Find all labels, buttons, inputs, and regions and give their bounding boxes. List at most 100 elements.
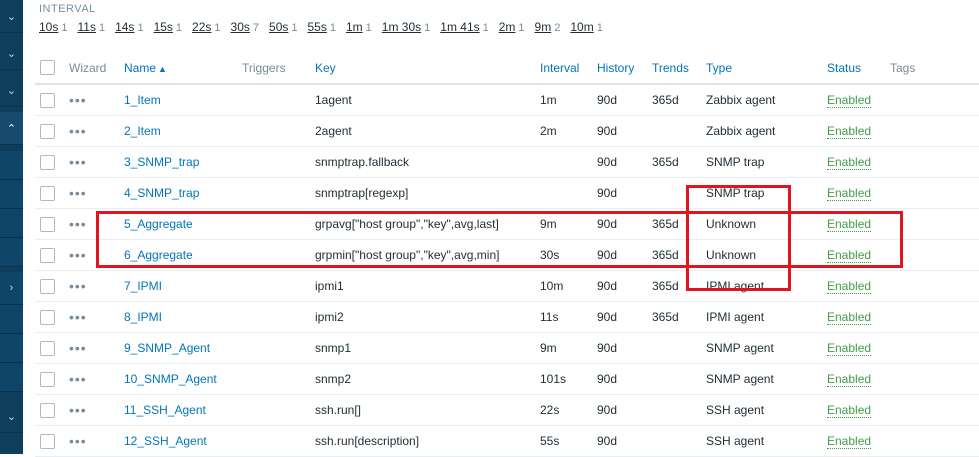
- header-interval[interactable]: Interval: [540, 61, 579, 75]
- interval-filter-item[interactable]: 50s 1: [269, 20, 297, 34]
- interval-label[interactable]: 15s: [154, 20, 173, 34]
- interval-filter-item[interactable]: 22s 1: [192, 20, 220, 34]
- sidebar-collapse-button[interactable]: ⌃: [0, 112, 23, 145]
- item-name-link[interactable]: 7_IPMI: [124, 279, 162, 293]
- wizard-menu-icon[interactable]: •••: [69, 123, 87, 139]
- item-status-link[interactable]: Enabled: [827, 341, 872, 356]
- interval-filter-item[interactable]: 11s 1: [77, 20, 105, 34]
- item-status-link[interactable]: Enabled: [827, 248, 872, 263]
- header-name[interactable]: Name ▲: [124, 52, 242, 85]
- sidebar-expand-button-2[interactable]: ⌄: [0, 37, 23, 70]
- wizard-menu-icon[interactable]: •••: [69, 402, 87, 418]
- wizard-menu-icon[interactable]: •••: [69, 247, 87, 263]
- header-type[interactable]: Type: [706, 61, 732, 75]
- row-checkbox[interactable]: [40, 123, 55, 139]
- item-status-link[interactable]: Enabled: [827, 186, 872, 201]
- header-status[interactable]: Status: [827, 61, 861, 75]
- item-name-link[interactable]: 2_Item: [124, 124, 161, 138]
- item-name-link[interactable]: 8_IPMI: [124, 310, 162, 324]
- interval-filter-item[interactable]: 1m 30s 1: [382, 20, 430, 34]
- row-checkbox[interactable]: [40, 154, 55, 170]
- item-name-link[interactable]: 1_Item: [124, 93, 161, 107]
- header-key[interactable]: Key: [315, 61, 336, 75]
- item-status-link[interactable]: Enabled: [827, 155, 872, 170]
- sidebar-subitem-5[interactable]: [0, 305, 23, 334]
- header-name-label[interactable]: Name: [124, 61, 156, 75]
- wizard-menu-icon[interactable]: •••: [69, 309, 87, 325]
- interval-label[interactable]: 55s: [308, 20, 327, 34]
- interval-label[interactable]: 30s: [231, 20, 250, 34]
- item-status-link[interactable]: Enabled: [827, 403, 872, 418]
- header-trends[interactable]: Trends: [652, 61, 689, 75]
- item-name-link[interactable]: 6_Aggregate: [124, 248, 193, 262]
- sidebar-subitem-2[interactable]: [0, 180, 23, 209]
- row-checkbox[interactable]: [40, 247, 55, 263]
- sidebar-subitem-6[interactable]: [0, 334, 23, 363]
- item-status-link[interactable]: Enabled: [827, 279, 872, 294]
- wizard-menu-icon[interactable]: •••: [69, 216, 87, 232]
- row-checkbox[interactable]: [40, 92, 55, 108]
- row-checkbox[interactable]: [40, 309, 55, 325]
- sidebar-subitem-3[interactable]: [0, 209, 23, 238]
- row-checkbox[interactable]: [40, 185, 55, 201]
- item-status-link[interactable]: Enabled: [827, 93, 872, 108]
- sidebar-expand-button-3[interactable]: ⌄: [0, 74, 23, 107]
- item-status-link[interactable]: Enabled: [827, 217, 872, 232]
- row-checkbox[interactable]: [40, 371, 55, 387]
- interval-filter-item[interactable]: 10s 1: [39, 20, 67, 34]
- sidebar-subitem-4[interactable]: [0, 238, 23, 267]
- interval-label[interactable]: 22s: [192, 20, 211, 34]
- row-checkbox[interactable]: [40, 340, 55, 356]
- item-status-link[interactable]: Enabled: [827, 434, 872, 449]
- wizard-menu-icon[interactable]: •••: [69, 371, 87, 387]
- interval-label[interactable]: 1m 30s: [382, 20, 421, 34]
- item-name-link[interactable]: 5_Aggregate: [124, 217, 193, 231]
- interval-filter-item[interactable]: 1m 1: [346, 20, 372, 34]
- item-name-link[interactable]: 9_SNMP_Agent: [124, 341, 210, 355]
- wizard-menu-icon[interactable]: •••: [69, 154, 87, 170]
- wizard-menu-icon[interactable]: •••: [69, 433, 87, 449]
- item-name-link[interactable]: 4_SNMP_trap: [124, 186, 199, 200]
- header-history[interactable]: History: [597, 61, 634, 75]
- wizard-menu-icon[interactable]: •••: [69, 340, 87, 356]
- row-checkbox[interactable]: [40, 216, 55, 232]
- wizard-menu-icon[interactable]: •••: [69, 278, 87, 294]
- item-name-link[interactable]: 11_SSH_Agent: [124, 403, 206, 417]
- item-name-link[interactable]: 3_SNMP_trap: [124, 155, 199, 169]
- interval-filter-item[interactable]: 55s 1: [308, 20, 336, 34]
- row-checkbox[interactable]: [40, 278, 55, 294]
- sidebar-expand-button-4[interactable]: ⌄: [0, 400, 23, 433]
- interval-label[interactable]: 9m: [535, 20, 552, 34]
- item-status-link[interactable]: Enabled: [827, 372, 872, 387]
- interval-label[interactable]: 10s: [39, 20, 58, 34]
- interval-label[interactable]: 50s: [269, 20, 288, 34]
- interval-filter-item[interactable]: 1m 41s 1: [440, 20, 488, 34]
- item-type: SNMP agent: [706, 363, 827, 395]
- sidebar-expand-button-1[interactable]: ⌄: [0, 0, 23, 33]
- interval-filter-item[interactable]: 30s 7: [231, 20, 259, 34]
- interval-label[interactable]: 14s: [115, 20, 134, 34]
- interval-filter-item[interactable]: 14s 1: [115, 20, 143, 34]
- interval-label[interactable]: 1m 41s: [440, 20, 479, 34]
- item-status-link[interactable]: Enabled: [827, 310, 872, 325]
- interval-filter-item[interactable]: 2m 1: [499, 20, 525, 34]
- wizard-menu-icon[interactable]: •••: [69, 185, 87, 201]
- interval-label[interactable]: 11s: [77, 20, 95, 34]
- select-all-checkbox[interactable]: [40, 60, 55, 76]
- item-name-link[interactable]: 12_SSH_Agent: [124, 434, 207, 448]
- item-status-link[interactable]: Enabled: [827, 124, 872, 139]
- interval-label[interactable]: 10m: [570, 20, 593, 34]
- interval-label[interactable]: 2m: [499, 20, 516, 34]
- sidebar-subitem-7[interactable]: [0, 363, 23, 392]
- interval-filter-item[interactable]: 9m 2: [535, 20, 561, 34]
- item-tags: [890, 425, 979, 457]
- interval-filter-item[interactable]: 10m 1: [570, 20, 602, 34]
- interval-filter-item[interactable]: 15s 1: [154, 20, 182, 34]
- wizard-menu-icon[interactable]: •••: [69, 92, 87, 108]
- row-checkbox[interactable]: [40, 402, 55, 418]
- interval-label[interactable]: 1m: [346, 20, 363, 34]
- item-name-link[interactable]: 10_SNMP_Agent: [124, 372, 217, 386]
- sidebar-subitem-1[interactable]: [0, 151, 23, 180]
- sidebar-subitem-expand[interactable]: ›: [0, 272, 23, 305]
- row-checkbox[interactable]: [40, 433, 55, 449]
